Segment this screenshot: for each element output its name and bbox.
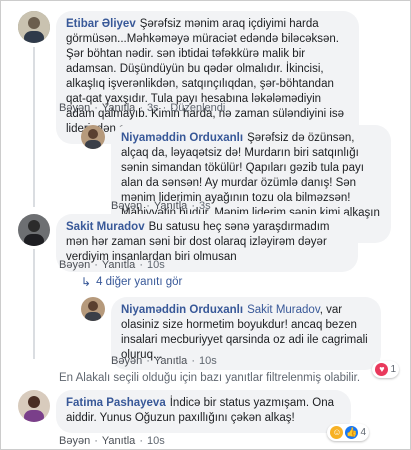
mention-link[interactable]: Sakit Muradov [247,304,320,316]
comment-actions: Bəyən · Yanıtla · 10s [111,355,217,367]
reactions-badge[interactable]: ☺ 👍 4 [327,424,369,441]
like-button[interactable]: Bəyən [59,102,90,114]
love-reaction-icon: ♥ [375,363,389,376]
like-button[interactable]: Bəyən [111,200,142,212]
comment-author[interactable]: Niyaməddin Orduxanlı [121,304,243,316]
reply-arrow-icon: ↳ [81,275,92,289]
comment-author[interactable]: Sakit Muradov [66,221,145,233]
comment-text: Şərəfsiz mənim araq içdiyimi harda görmü… [66,18,345,135]
timestamp[interactable]: 3s [199,200,211,212]
comment-actions: Bəyən · Yanıtla · 10s [59,259,165,271]
edited-label[interactable]: Düzenlendi [170,102,225,114]
avatar[interactable] [18,214,50,246]
reply-button[interactable]: Yanıtla [102,435,135,447]
thread-line [33,249,35,359]
haha-reaction-icon: ☺ [330,426,344,439]
like-reaction-icon: 👍 [345,426,359,439]
avatar[interactable] [81,125,105,149]
avatar[interactable] [18,11,50,43]
thread-line [33,47,35,207]
comment-author[interactable]: Niyaməddin Orduxanlı [121,132,243,144]
reply-button[interactable]: Yanıtla [102,259,135,271]
filter-notice: En Alakalı seçili olduğu için bazı yanıt… [59,372,361,384]
reply-button[interactable]: Yanıtla [154,200,187,212]
like-button[interactable]: Bəyən [59,435,90,447]
reply-button[interactable]: Yanıtla [154,355,187,367]
more-replies-label[interactable]: 4 diğer yanıtı gör [96,276,182,288]
like-button[interactable]: Bəyən [111,355,142,367]
comment-author[interactable]: Fatima Pashayeva [66,397,166,409]
comment-actions: Bəyən · Yanıtla · 3s [111,200,211,212]
comment-bubble: Fatima Pashayeva İndicə bir status yazmış… [56,390,369,441]
timestamp[interactable]: 10s [147,259,165,271]
avatar[interactable] [18,390,50,422]
reactions-badge[interactable]: ♥ 1 [372,361,399,378]
reply-button[interactable]: Yanıtla [102,102,135,114]
avatar[interactable] [81,297,105,321]
comments-panel: Etibar Əliyev Şərəfsiz mənim araq içdiyim… [0,0,411,450]
comment-author[interactable]: Etibar Əliyev [66,18,136,30]
timestamp[interactable]: 3s [147,102,159,114]
timestamp[interactable]: 10s [147,435,165,447]
like-button[interactable]: Bəyən [59,259,90,271]
timestamp[interactable]: 10s [199,355,217,367]
comment-fatima: Fatima Pashayeva İndicə bir status yazmış… [18,390,369,441]
view-more-replies-link[interactable]: ↳ 4 diğer yanıtı gör [81,275,182,289]
comment-actions: Bəyən · Yanıtla · 3s · Düzenlendi [59,102,226,114]
reaction-count: 4 [360,427,366,438]
reaction-count: 1 [390,364,396,375]
comment-actions: Bəyən · Yanıtla · 10s [59,435,165,447]
